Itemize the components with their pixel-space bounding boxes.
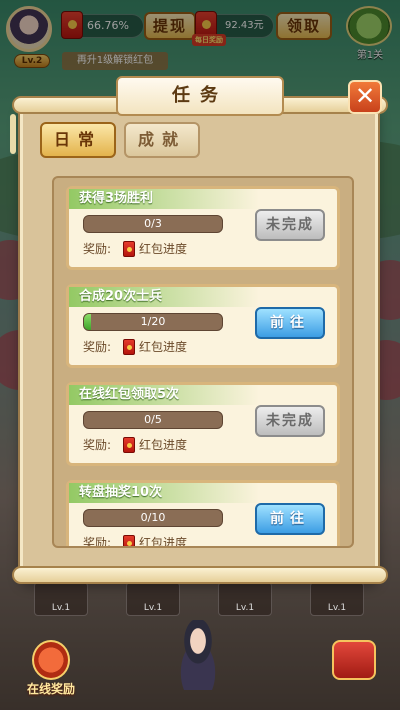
task-list[interactable]: 获得3场胜利 0/3 奖励: 红包进度 未完成 合成20次士兵 1/20 奖励:…	[52, 176, 354, 548]
reward-text: 红包进度	[139, 242, 188, 256]
online-reward-label: 在线奖励	[26, 682, 75, 696]
online-reward-icon	[32, 640, 70, 680]
unit-slot: Lv.1	[34, 582, 88, 616]
shop-icon[interactable]	[332, 640, 376, 680]
online-reward-button[interactable]: 在线奖励	[18, 640, 84, 706]
task-progress-text: 0/5	[144, 413, 162, 426]
go-button[interactable]: 前往	[255, 307, 325, 339]
task-progress-text: 0/3	[144, 217, 162, 230]
unit-level: Lv.1	[143, 603, 163, 613]
reward-text: 红包进度	[139, 340, 188, 354]
close-icon[interactable]: ✕	[348, 80, 382, 114]
redpack-icon	[123, 437, 135, 453]
task-card: 在线红包领取5次 0/5 奖励: 红包进度 未完成	[66, 382, 340, 466]
tab-daily[interactable]: 日常	[40, 122, 116, 158]
task-card: 转盘抽奖10次 0/10 奖励: 红包进度 前往	[66, 480, 340, 548]
reward-label: 奖励:	[83, 340, 112, 354]
task-title: 获得3场胜利	[69, 189, 259, 209]
tassel-ornament	[10, 114, 16, 154]
incomplete-button[interactable]: 未完成	[255, 209, 325, 241]
task-progress-bar: 0/10	[83, 509, 223, 527]
reward-label: 奖励:	[83, 536, 112, 548]
task-card: 合成20次士兵 1/20 奖励: 红包进度 前往	[66, 284, 340, 368]
redpack-icon	[123, 241, 135, 257]
task-card: 获得3场胜利 0/3 奖励: 红包进度 未完成	[66, 186, 340, 270]
task-progress-bar: 0/3	[83, 215, 223, 233]
redpack-icon	[123, 535, 135, 546]
tab-achievements[interactable]: 成就	[124, 122, 200, 158]
task-title: 在线红包领取5次	[69, 385, 259, 405]
scroll-rod-bottom	[12, 566, 388, 584]
hero-character	[168, 620, 228, 690]
go-button[interactable]: 前往	[255, 503, 325, 535]
task-progress-text: 1/20	[140, 315, 166, 328]
redpack-icon	[123, 339, 135, 355]
unit-level: Lv.1	[51, 603, 71, 613]
reward-label: 奖励:	[83, 438, 112, 452]
task-title: 转盘抽奖10次	[69, 483, 259, 503]
reward-text: 红包进度	[139, 438, 188, 452]
task-progress-bar: 1/20	[83, 313, 223, 331]
task-progress-bar: 0/5	[83, 411, 223, 429]
unit-slot: Lv.1	[126, 582, 180, 616]
incomplete-button[interactable]: 未完成	[255, 405, 325, 437]
unit-slot: Lv.1	[218, 582, 272, 616]
modal-title: 任务	[116, 76, 284, 116]
reward-text: 红包进度	[139, 536, 188, 548]
unit-level: Lv.1	[235, 603, 255, 613]
task-title: 合成20次士兵	[69, 287, 259, 307]
unit-level: Lv.1	[327, 603, 347, 613]
task-progress-text: 0/10	[140, 511, 166, 524]
unit-slot: Lv.1	[310, 582, 364, 616]
reward-label: 奖励:	[83, 242, 112, 256]
